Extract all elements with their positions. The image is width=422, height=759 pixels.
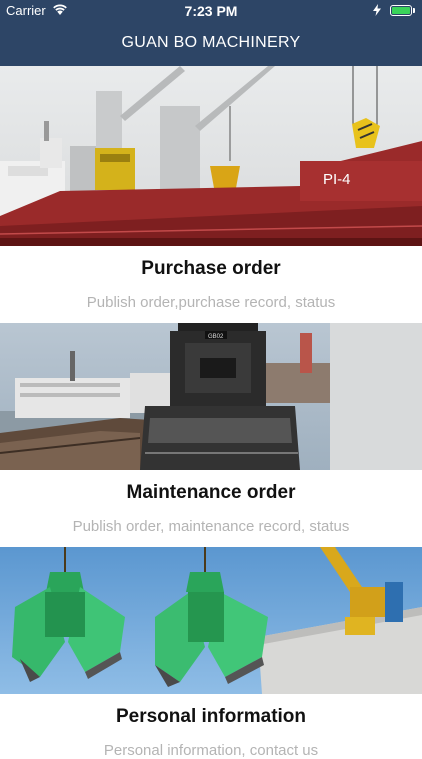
maintenance-order-title: Maintenance order: [126, 482, 296, 503]
personal-information-card[interactable]: Personal information Personal informatio…: [0, 547, 422, 759]
maintenance-order-subtitle: Publish order, maintenance record, statu…: [72, 518, 350, 535]
navigation-bar: GUAN BO MACHINERY: [0, 22, 422, 66]
green-grabs-image: [0, 547, 422, 694]
ship-hull-marking: PI-4: [323, 171, 351, 188]
battery-icon: [390, 5, 415, 16]
charging-icon: [373, 4, 381, 16]
grab-label: GB02: [208, 334, 224, 340]
app-title: GUAN BO MACHINERY: [121, 34, 301, 51]
personal-information-title: Personal information: [115, 706, 307, 727]
status-time: 7:23 PM: [184, 3, 238, 19]
maintenance-order-card[interactable]: GB02 Maintenance order Publish order, ma…: [0, 323, 422, 547]
status-bar: Carrier 7:23 PM: [0, 0, 422, 22]
purchase-order-card[interactable]: PI-4 Purchase order Publish order,purcha…: [0, 66, 422, 323]
grab-bucket-ship-image: GB02: [0, 323, 422, 470]
cargo-ship-cranes-image: PI-4: [0, 66, 422, 246]
personal-information-subtitle: Personal information, contact us: [103, 742, 319, 759]
purchase-order-subtitle: Publish order,purchase record, status: [86, 294, 336, 311]
purchase-order-title: Purchase order: [141, 258, 281, 279]
